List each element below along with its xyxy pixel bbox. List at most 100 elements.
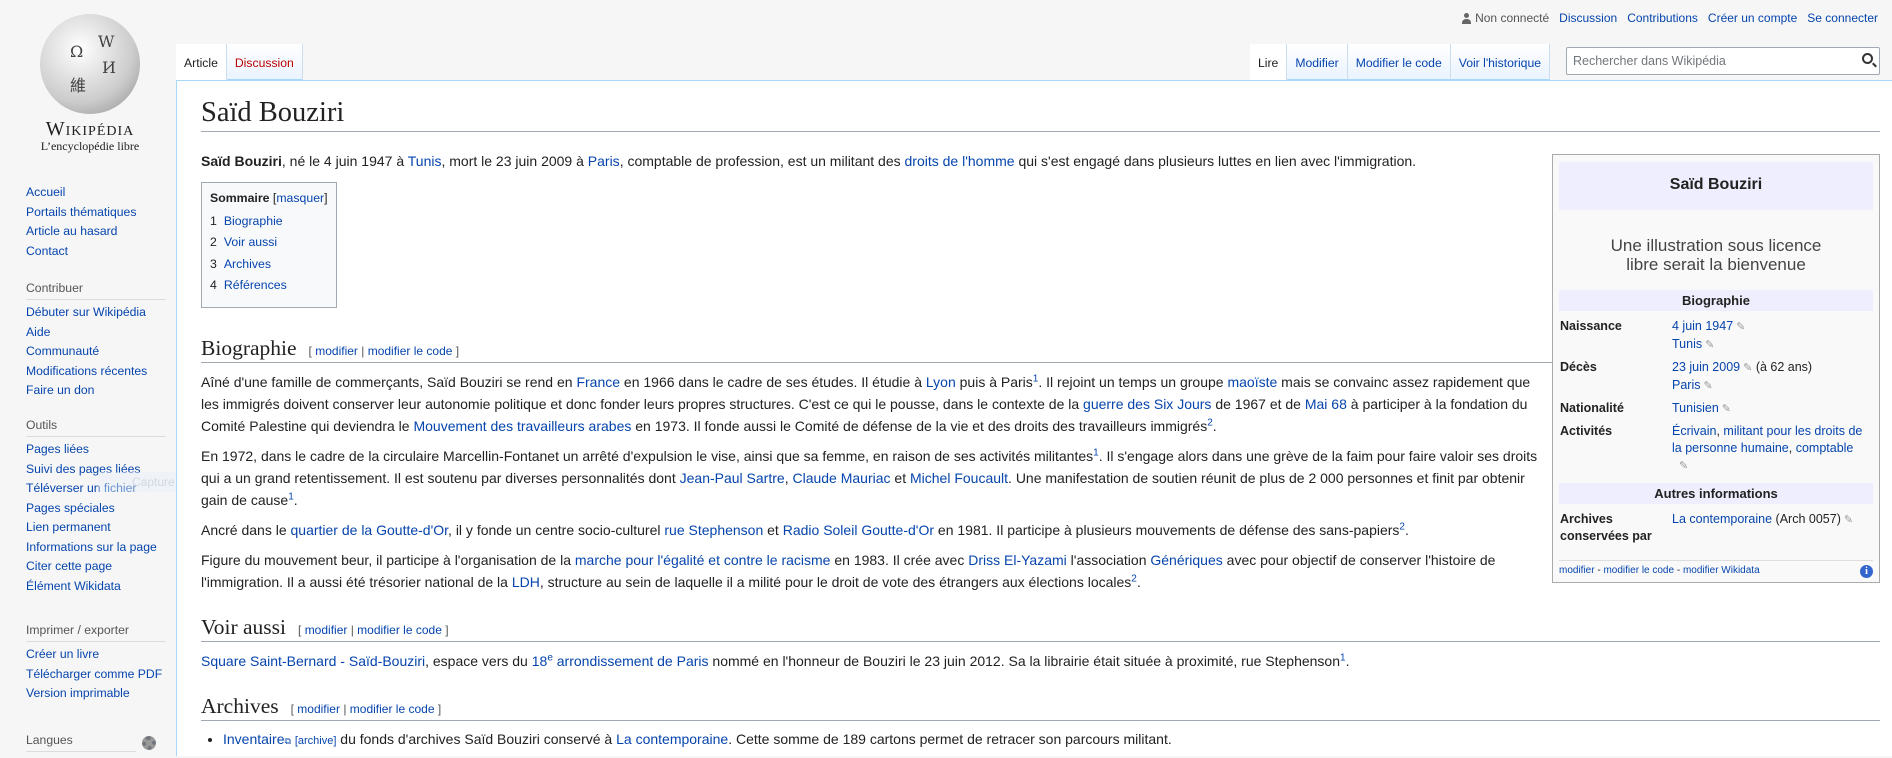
sidebar-link[interactable]: Aide <box>26 325 50 339</box>
pencil-edit-icon[interactable]: ✎ <box>1705 339 1714 351</box>
link-driss-el-yazami[interactable]: Driss El-Yazami <box>968 552 1067 568</box>
sidebar-link[interactable]: Modifications récentes <box>26 364 147 378</box>
info-icon[interactable]: i <box>1860 565 1873 578</box>
toc-link[interactable]: Références <box>224 278 287 292</box>
sidebar-item-communaute[interactable]: Communauté <box>26 345 166 358</box>
personal-link-se-connecter[interactable]: Se connecter <box>1807 11 1878 25</box>
toc-item-voir-aussi[interactable]: 2 Voir aussi <box>210 235 328 249</box>
sidebar-link[interactable]: Créer un livre <box>26 647 99 661</box>
sidebar-link[interactable]: Télécharger comme PDF <box>26 667 162 681</box>
sidebar-link[interactable]: Informations sur la page <box>26 540 157 554</box>
pencil-edit-icon[interactable]: ✎ <box>1679 460 1688 472</box>
sidebar-item-pages-liees[interactable]: Pages liées <box>26 443 166 456</box>
sidebar-item-faire-un-don[interactable]: Faire un don <box>26 384 166 397</box>
link-marche-pour-l-egalite-et-contre-le-racisme[interactable]: marche pour l'égalité et contre le racis… <box>575 552 831 568</box>
toc-item-references[interactable]: 4 Références <box>210 278 328 292</box>
link-mouvement-des-travailleurs-arabes[interactable]: Mouvement des travailleurs arabes <box>413 418 631 434</box>
edit-link[interactable]: modifier <box>315 344 358 358</box>
sidebar-link[interactable]: Communauté <box>26 344 99 358</box>
link-rue-stephenson[interactable]: rue Stephenson <box>664 522 763 538</box>
link-mai-68[interactable]: Mai 68 <box>1305 396 1347 412</box>
link-droits-de-l-homme[interactable]: droits de l'homme <box>905 153 1015 169</box>
personal-link-creer-un-compte[interactable]: Créer un compte <box>1708 11 1797 25</box>
edit-source-link[interactable]: modifier le code <box>350 702 435 716</box>
sidebar-link[interactable]: Élément Wikidata <box>26 579 121 593</box>
sidebar-item-contact[interactable]: Contact <box>26 244 166 258</box>
edit-link[interactable]: modifier <box>305 623 348 637</box>
link-paris[interactable]: Paris <box>1672 378 1700 392</box>
sidebar-link[interactable]: Portails thématiques <box>26 205 136 219</box>
gear-icon[interactable] <box>142 736 156 750</box>
link-michel-foucault[interactable]: Michel Foucault <box>910 470 1008 486</box>
sidebar-link[interactable]: Pages spéciales <box>26 501 115 515</box>
link-la-contemporaine[interactable]: La contemporaine <box>616 731 728 747</box>
tab-lire[interactable]: Lire <box>1250 44 1288 80</box>
link-generiques[interactable]: Génériques <box>1150 552 1222 568</box>
search-icon[interactable] <box>1862 53 1873 64</box>
toc-link[interactable]: Voir aussi <box>224 235 277 249</box>
portal-heading[interactable]: Langues <box>26 733 136 752</box>
link-18[interactable]: 18 <box>532 653 548 669</box>
link-lyon[interactable]: Lyon <box>926 374 956 390</box>
sidebar-item-informations-sur-la-page[interactable]: Informations sur la page <box>26 540 166 554</box>
personal-link-discussion[interactable]: Discussion <box>1559 11 1617 25</box>
link-france[interactable]: France <box>576 374 620 390</box>
link-23-juin-2009[interactable]: 23 juin 2009 <box>1672 360 1740 374</box>
pencil-edit-icon[interactable]: ✎ <box>1844 514 1853 526</box>
link-radio-soleil-goutte-d-or[interactable]: Radio Soleil Goutte-d'Or <box>783 522 934 538</box>
sidebar-item-pages-speciales[interactable]: Pages spéciales <box>26 501 166 515</box>
infobox-footer-modifier-wikidata[interactable]: modifier Wikidata <box>1683 565 1760 576</box>
sidebar-link[interactable]: Contact <box>26 244 68 258</box>
link-guerre-des-six-jours[interactable]: guerre des Six Jours <box>1083 396 1211 412</box>
pencil-edit-icon[interactable]: ✎ <box>1736 321 1745 333</box>
tab-modifier-le-code[interactable]: Modifier le code <box>1347 44 1451 80</box>
sidebar-link[interactable]: Article au hasard <box>26 224 117 238</box>
sidebar-link[interactable]: Version imprimable <box>26 686 130 700</box>
toc-item-archives[interactable]: 3 Archives <box>210 257 328 271</box>
link-claude-mauriac[interactable]: Claude Mauriac <box>792 470 890 486</box>
link-maoiste[interactable]: maoïste <box>1227 374 1277 390</box>
tab-article[interactable]: Article <box>176 44 227 80</box>
sidebar-link[interactable]: Pages liées <box>26 442 89 456</box>
link-paris[interactable]: Paris <box>588 153 620 169</box>
portal-heading[interactable]: Outils <box>26 418 166 437</box>
link-quartier-de-la-goutte-d-or[interactable]: quartier de la Goutte-d'Or <box>291 522 449 538</box>
portal-heading[interactable]: Contribuer <box>26 281 166 300</box>
link-tunisien[interactable]: Tunisien <box>1672 401 1719 415</box>
tab-modifier[interactable]: Modifier <box>1287 44 1348 80</box>
pencil-edit-icon[interactable]: ✎ <box>1722 403 1731 415</box>
sidebar-link[interactable]: Débuter sur Wikipédia <box>26 305 146 319</box>
link-4-juin-1947[interactable]: 4 juin 1947 <box>1672 319 1733 333</box>
sidebar-link[interactable]: Accueil <box>26 185 65 199</box>
link-jean-paul-sartre[interactable]: Jean-Paul Sartre <box>680 470 785 486</box>
link-la-contemporaine[interactable]: La contemporaine <box>1672 512 1772 526</box>
link-tunis[interactable]: Tunis <box>408 153 442 169</box>
sidebar-link[interactable]: Faire un don <box>26 383 94 397</box>
sidebar-item-accueil[interactable]: Accueil <box>26 186 166 199</box>
search-input[interactable]: Rechercher dans Wikipédia <box>1566 47 1880 75</box>
personal-link-contributions[interactable]: Contributions <box>1627 11 1698 25</box>
toc-toggle[interactable]: masquer <box>276 191 324 205</box>
sidebar-item-article-au-hasard[interactable]: Article au hasard <box>26 225 166 238</box>
sidebar-link[interactable]: Citer cette page <box>26 559 112 573</box>
sidebar-item-version-imprimable[interactable]: Version imprimable <box>26 687 166 700</box>
tab-discussion[interactable]: Discussion <box>226 44 303 80</box>
link-inventaire[interactable]: Inventaire <box>223 731 284 747</box>
tab-voir-l-historique[interactable]: Voir l'historique <box>1450 44 1550 80</box>
sidebar-item-creer-un-livre[interactable]: Créer un livre <box>26 648 166 661</box>
sidebar-item-aide[interactable]: Aide <box>26 325 166 339</box>
link-ecrivain[interactable]: Écrivain <box>1672 424 1716 438</box>
link-tunis[interactable]: Tunis <box>1672 337 1702 351</box>
edit-source-link[interactable]: modifier le code <box>357 623 442 637</box>
sidebar-item-debuter-sur-wikipedia[interactable]: Débuter sur Wikipédia <box>26 306 166 319</box>
sidebar-item-element-wikidata[interactable]: Élément Wikidata <box>26 579 166 593</box>
infobox-footer-modifier-le-code[interactable]: modifier le code <box>1603 565 1674 576</box>
pencil-edit-icon[interactable]: ✎ <box>1743 362 1752 374</box>
link-ldh[interactable]: LDH <box>512 574 540 590</box>
sidebar-item-lien-permanent[interactable]: Lien permanent <box>26 521 166 534</box>
pencil-edit-icon[interactable]: ✎ <box>1703 380 1712 392</box>
toc-item-biographie[interactable]: 1 Biographie <box>210 214 328 228</box>
portal-heading[interactable]: Imprimer / exporter <box>26 623 166 642</box>
archive-link[interactable]: [archive] <box>295 735 337 747</box>
infobox-footer-modifier[interactable]: modifier <box>1559 565 1595 576</box>
